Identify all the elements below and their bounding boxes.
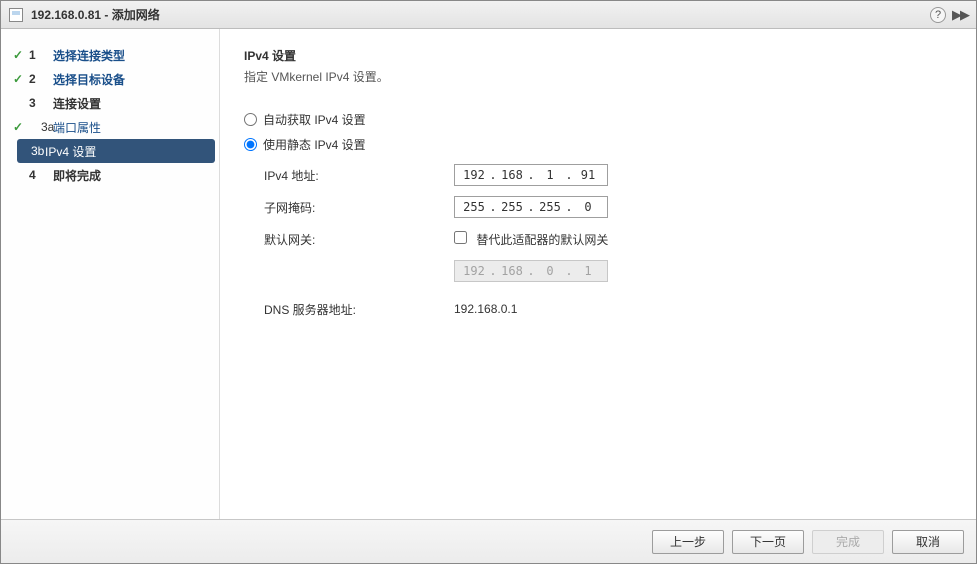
check-icon: ✓ — [11, 120, 25, 134]
gateway-override-checkbox[interactable] — [454, 231, 467, 244]
step-ipv4-settings[interactable]: 3b IPv4 设置 — [17, 139, 215, 163]
ip-octet: 168 — [497, 264, 527, 278]
ip-octet[interactable]: 91 — [573, 168, 603, 182]
radio-auto-label: 自动获取 IPv4 设置 — [263, 111, 366, 128]
gateway-input-row: 192. 168. 0. 1 — [264, 259, 952, 283]
step-number: 4 — [25, 168, 53, 182]
cancel-button[interactable]: 取消 — [892, 530, 964, 554]
ip-octet[interactable]: 255 — [459, 200, 489, 214]
check-icon: ✓ — [11, 72, 25, 86]
dns-value: 192.168.0.1 — [454, 302, 517, 316]
subnet-label: 子网掩码: — [264, 199, 454, 216]
subnet-row: 子网掩码: 255. 255. 255. 0 — [264, 195, 952, 219]
dialog-window: 192.168.0.81 - 添加网络 ? ▶▶ ✓ 1 选择连接类型 ✓ 2 … — [0, 0, 977, 564]
step-connection-type[interactable]: ✓ 1 选择连接类型 — [1, 43, 219, 67]
ipv4-address-row: IPv4 地址: 192. 168. 1. 91 — [264, 163, 952, 187]
radio-static-row: 使用静态 IPv4 设置 — [244, 136, 952, 153]
ip-octet: 1 — [573, 264, 603, 278]
section-desc: 指定 VMkernel IPv4 设置。 — [244, 68, 952, 85]
step-label: 选择目标设备 — [53, 71, 125, 88]
ipv4-address-label: IPv4 地址: — [264, 167, 454, 184]
ip-octet[interactable]: 255 — [535, 200, 565, 214]
next-button[interactable]: 下一页 — [732, 530, 804, 554]
dns-row: DNS 服务器地址: 192.168.0.1 — [264, 297, 952, 321]
gateway-label: 默认网关: — [264, 231, 454, 248]
gateway-input: 192. 168. 0. 1 — [454, 260, 608, 282]
ip-octet[interactable]: 0 — [573, 200, 603, 214]
step-port-properties[interactable]: ✓ 3a 端口属性 — [1, 115, 219, 139]
ip-octet[interactable]: 192 — [459, 168, 489, 182]
radio-auto[interactable] — [244, 113, 257, 126]
step-number: 1 — [25, 48, 53, 62]
help-icon[interactable]: ? — [930, 7, 946, 23]
ip-octet: 0 — [535, 264, 565, 278]
step-label: IPv4 设置 — [45, 143, 96, 160]
static-form-block: IPv4 地址: 192. 168. 1. 91 子网掩码: 255. 255.… — [244, 163, 952, 321]
wizard-sidebar: ✓ 1 选择连接类型 ✓ 2 选择目标设备 3 连接设置 ✓ 3a 端口属性 — [1, 29, 219, 519]
gateway-override: 替代此适配器的默认网关 — [454, 231, 608, 248]
step-ready-complete[interactable]: 4 即将完成 — [1, 163, 219, 187]
host-icon — [9, 8, 23, 22]
titlebar: 192.168.0.81 - 添加网络 ? ▶▶ — [1, 1, 976, 29]
expand-icon[interactable]: ▶▶ — [952, 7, 968, 23]
gateway-override-label: 替代此适配器的默认网关 — [476, 233, 608, 247]
ip-octet[interactable]: 255 — [497, 200, 527, 214]
ip-octet[interactable]: 1 — [535, 168, 565, 182]
step-label: 选择连接类型 — [53, 47, 125, 64]
step-connection-settings[interactable]: 3 连接设置 — [1, 91, 219, 115]
step-number: 3b — [17, 144, 45, 158]
radio-static[interactable] — [244, 138, 257, 151]
step-label: 连接设置 — [53, 95, 101, 112]
window-title: 192.168.0.81 - 添加网络 — [31, 6, 160, 23]
step-number: 3 — [25, 96, 53, 110]
radio-auto-row: 自动获取 IPv4 设置 — [244, 111, 952, 128]
step-number: 2 — [25, 72, 53, 86]
step-target-device[interactable]: ✓ 2 选择目标设备 — [1, 67, 219, 91]
dialog-footer: 上一步 下一页 完成 取消 — [1, 519, 976, 563]
radio-static-label: 使用静态 IPv4 设置 — [263, 136, 366, 153]
step-number: 3a — [25, 120, 53, 134]
finish-button: 完成 — [812, 530, 884, 554]
dialog-body: ✓ 1 选择连接类型 ✓ 2 选择目标设备 3 连接设置 ✓ 3a 端口属性 — [1, 29, 976, 519]
step-label: 即将完成 — [53, 167, 101, 184]
subnet-input[interactable]: 255. 255. 255. 0 — [454, 196, 608, 218]
ip-octet: 192 — [459, 264, 489, 278]
content-panel: IPv4 设置 指定 VMkernel IPv4 设置。 自动获取 IPv4 设… — [219, 29, 976, 519]
section-title: IPv4 设置 — [244, 47, 952, 64]
back-button[interactable]: 上一步 — [652, 530, 724, 554]
gateway-row: 默认网关: 替代此适配器的默认网关 — [264, 227, 952, 251]
check-icon: ✓ — [11, 48, 25, 62]
dns-label: DNS 服务器地址: — [264, 301, 454, 318]
ip-octet[interactable]: 168 — [497, 168, 527, 182]
step-label: 端口属性 — [53, 119, 101, 136]
ipv4-address-input[interactable]: 192. 168. 1. 91 — [454, 164, 608, 186]
